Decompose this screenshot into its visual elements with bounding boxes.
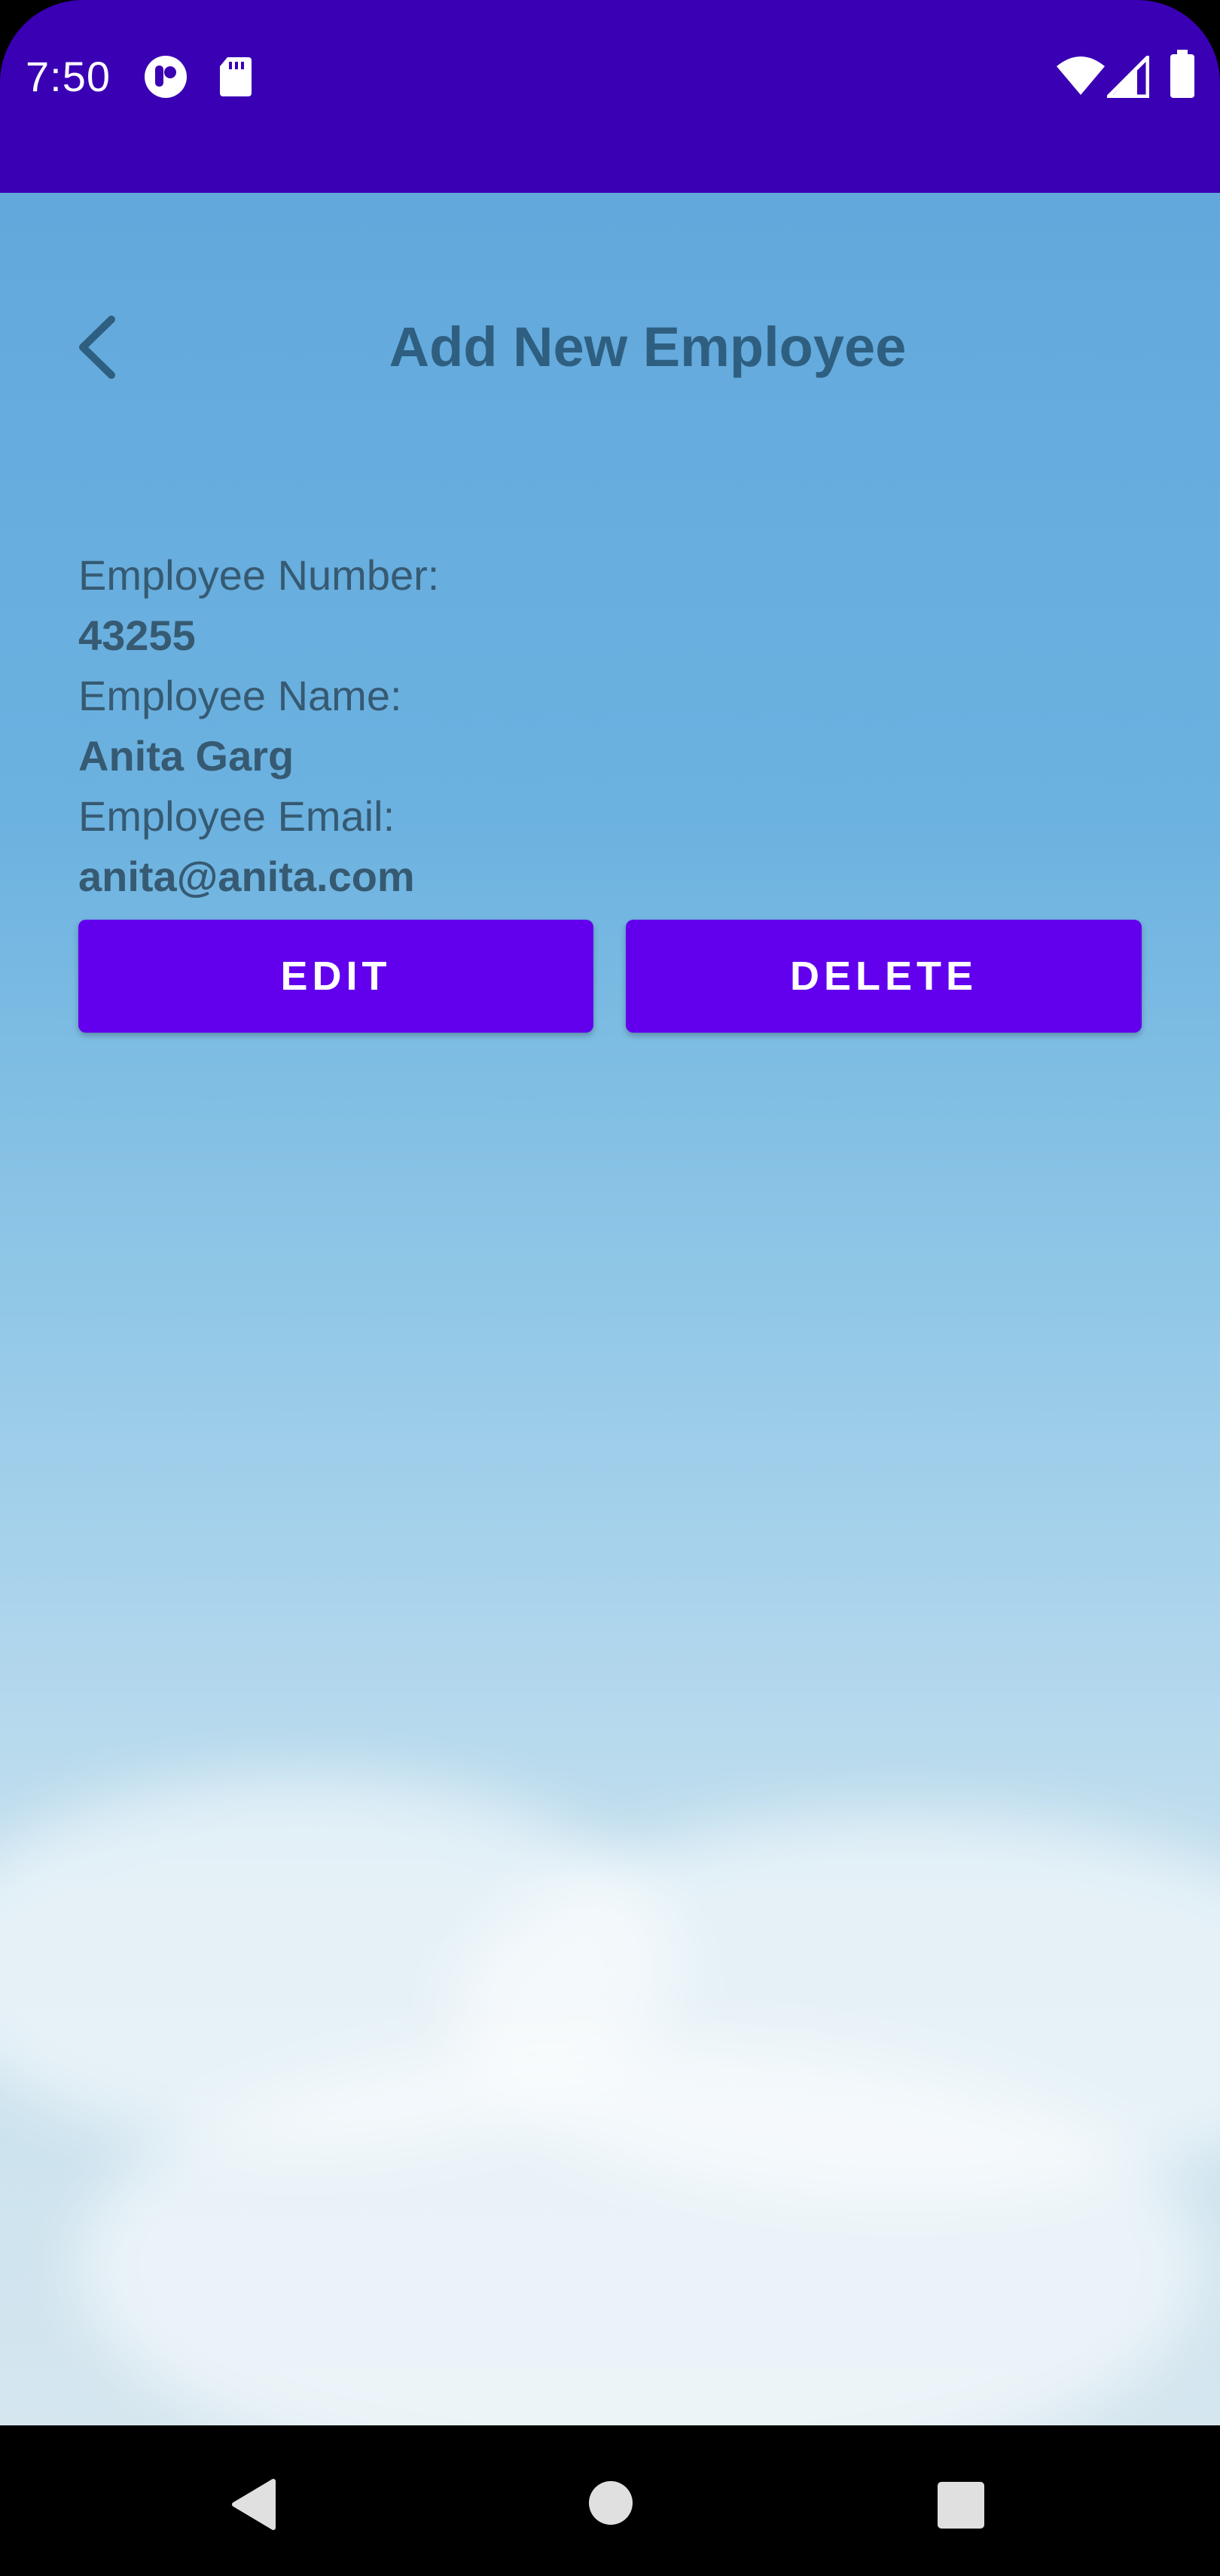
employee-number-value: 43255 bbox=[78, 612, 196, 659]
page-title: Add New Employee bbox=[389, 316, 907, 378]
cellular-signal-icon bbox=[1107, 56, 1149, 98]
device-screen: 7:50 Add New Employee Employee Number: 4… bbox=[0, 0, 1220, 2576]
edit-button[interactable]: EDIT bbox=[78, 920, 593, 1033]
employee-number-label: Employee Number: bbox=[78, 551, 440, 599]
home-circle-icon[interactable] bbox=[587, 2480, 634, 2526]
employee-name-value: Anita Garg bbox=[78, 732, 294, 780]
wifi-icon bbox=[1057, 56, 1105, 95]
employee-name-label: Employee Name: bbox=[78, 672, 402, 719]
navigation-bar bbox=[0, 2425, 1220, 2576]
sd-card-icon bbox=[220, 57, 252, 96]
delete-button[interactable]: DELETE bbox=[626, 920, 1142, 1033]
notification-app-icon bbox=[145, 56, 187, 98]
recents-square-icon[interactable] bbox=[937, 2481, 985, 2529]
battery-icon bbox=[1170, 50, 1194, 98]
status-bar: 7:50 bbox=[0, 0, 1220, 193]
employee-detail-screen: Add New Employee Employee Number: 43255 … bbox=[0, 193, 1220, 2425]
status-time: 7:50 bbox=[26, 53, 111, 100]
employee-email-value: anita@anita.com bbox=[78, 853, 415, 900]
back-triangle-icon[interactable] bbox=[230, 2478, 278, 2531]
employee-email-label: Employee Email: bbox=[78, 792, 395, 840]
